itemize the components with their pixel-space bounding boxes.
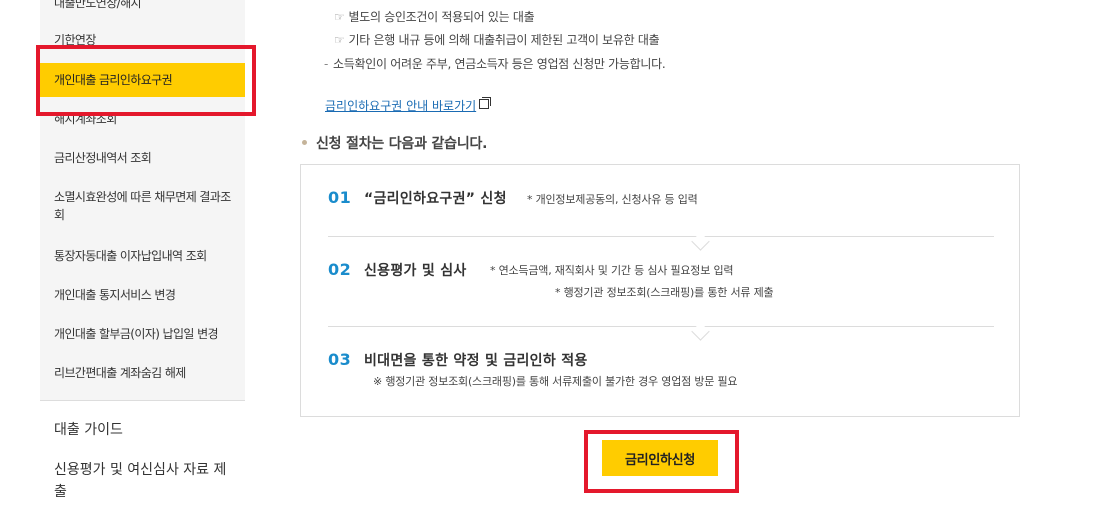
section-title: 신청 절차는 다음과 같습니다. — [302, 133, 488, 153]
sidebar-group-credit-docs[interactable]: 신용평가 및 여신심사 자료 제출 — [40, 457, 245, 529]
dash-bullet: - — [324, 57, 329, 71]
sidebar-item-loan-extension-cancel[interactable]: 대출만도연장/해지 — [40, 0, 245, 12]
step-number: 01 — [328, 188, 352, 207]
sidebar-item-debt-exemption-result[interactable]: 소멸시효완성에 따른 채무면제 결과조회 — [40, 188, 245, 224]
note-line-3: - 소득확인이 어려운 주부, 연금소득자 등은 영업점 신청만 가능합니다. — [324, 57, 666, 71]
sidebar-item-rate-cut-request[interactable]: 개인대출 금리인하요구권 — [40, 63, 245, 97]
step-desc: * 연소득금액, 재직회사 및 기간 등 심사 필요정보 입력 — [490, 264, 734, 277]
sidebar-item-term-extension[interactable]: 기한연장 — [40, 31, 245, 49]
sidebar-item-closed-account-lookup[interactable]: 해지계좌조회 — [40, 110, 245, 128]
sidebar: 대출만도연장/해지 기한연장 개인대출 금리인하요구권 해지계좌조회 금리산정내… — [40, 0, 245, 529]
external-window-icon — [479, 97, 492, 109]
step-title: 비대면을 통한 약정 및 금리인하 적용 — [364, 353, 588, 369]
step-separator — [328, 232, 994, 251]
note-line-1: ☞ 별도의 승인조건이 적용되어 있는 대출 — [334, 10, 535, 24]
step-desc: ※ 행정기관 정보조회(스크래핑)를 통해 서류제출이 불가한 경우 영업점 방… — [373, 375, 738, 388]
sidebar-item-rate-statement-lookup[interactable]: 금리산정내역서 조회 — [40, 149, 245, 167]
step-desc: * 행정기관 정보조회(스크래핑)를 통한 서류 제출 — [555, 286, 774, 299]
guide-link[interactable]: 금리인하요구권 안내 바로가기 — [325, 97, 492, 114]
step-number: 03 — [328, 350, 352, 369]
step-desc: * 개인정보제공동의, 신청사유 등 입력 — [527, 193, 698, 206]
hand-pointer-icon: ☞ — [334, 33, 345, 47]
bullet-dot-icon — [302, 140, 307, 145]
sidebar-group-loan-guide[interactable]: 대출 가이드 — [40, 401, 245, 457]
sidebar-item-account-unhide[interactable]: 리브간편대출 계좌숨김 해제 — [40, 364, 245, 382]
sidebar-item-installment-date-change[interactable]: 개인대출 할부금(이자) 납입일 변경 — [40, 325, 245, 343]
apply-rate-cut-button[interactable]: 금리인하신청 — [602, 440, 718, 476]
note-line-2: ☞ 기타 은행 내규 등에 의해 대출취급이 제한된 고객이 보유한 대출 — [334, 33, 660, 47]
step-separator — [328, 322, 994, 341]
hand-pointer-icon: ☞ — [334, 10, 345, 24]
step-number: 02 — [328, 260, 352, 279]
sidebar-item-auto-loan-interest-history[interactable]: 통장자동대출 이자납입내역 조회 — [40, 247, 245, 265]
step-title: “금리인하요구권” 신청 — [364, 191, 507, 207]
step-title: 신용평가 및 심사 — [364, 263, 467, 279]
steps-box: 01 “금리인하요구권” 신청 * 개인정보제공동의, 신청사유 등 입력 02… — [300, 164, 1020, 417]
sidebar-item-notification-service-change[interactable]: 개인대출 통지서비스 변경 — [40, 286, 245, 304]
